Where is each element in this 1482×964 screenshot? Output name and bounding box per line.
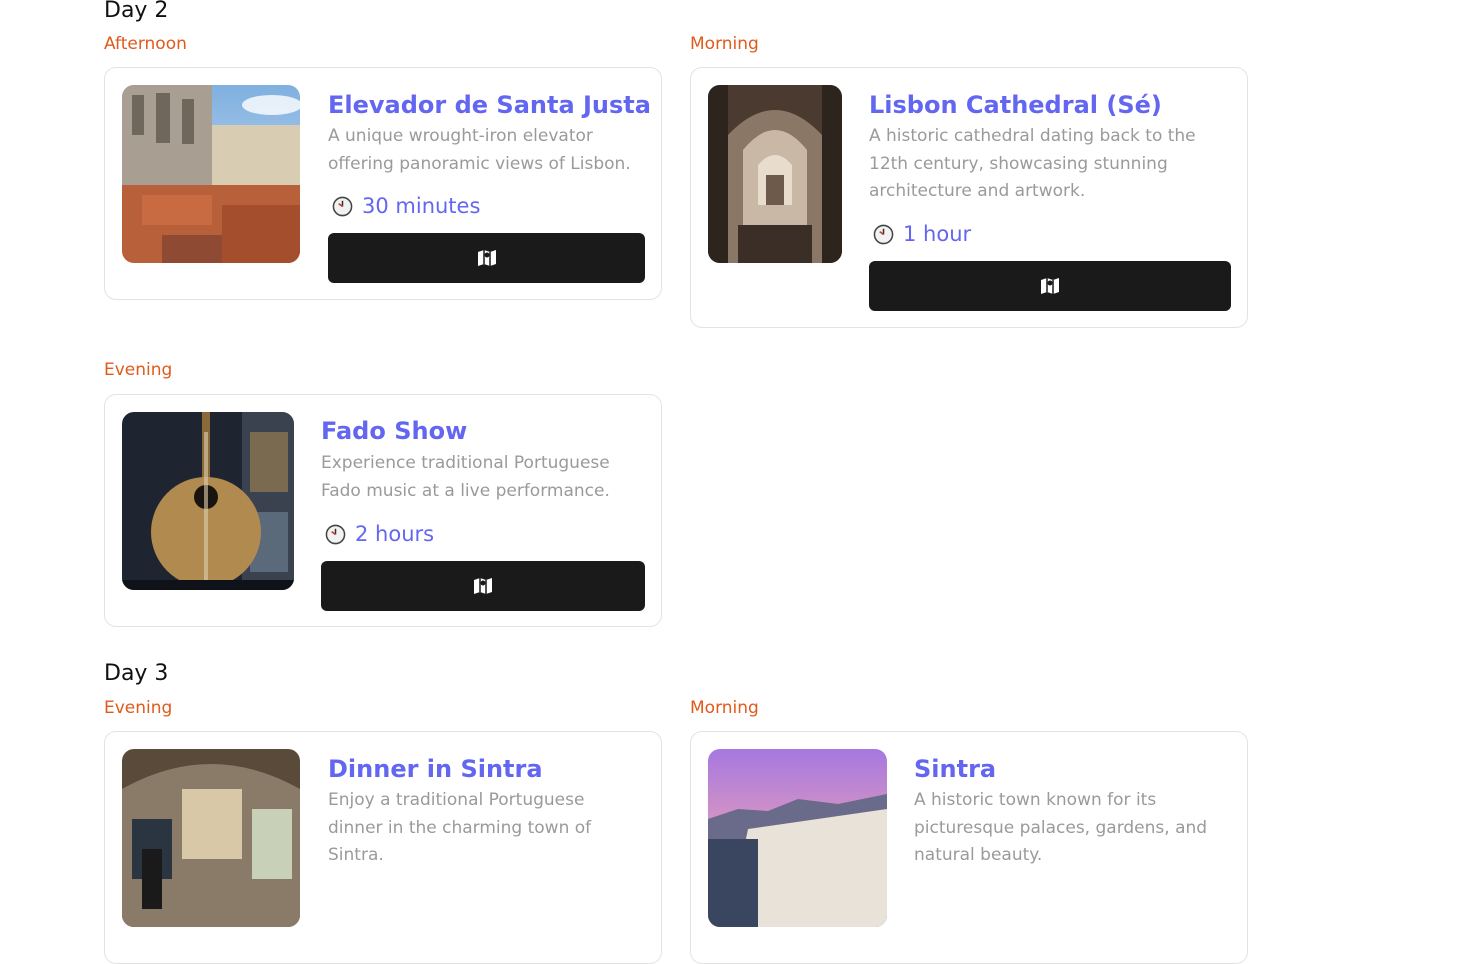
activity-photo <box>122 412 294 590</box>
activity-title[interactable]: Lisbon Cathedral (Sé) <box>869 90 1162 120</box>
duration-text: 1 hour <box>903 222 972 246</box>
activity-description: A historic town known for its picturesqu… <box>914 790 1208 865</box>
activity-card: Fado Show Experience traditional Portugu… <box>104 394 662 627</box>
day-title: Day 2 <box>104 0 169 23</box>
time-slot-label: Morning <box>690 698 759 718</box>
duration-text: 30 minutes <box>362 194 481 218</box>
day-title: Day 3 <box>104 661 169 686</box>
activity-duration: 1 hour <box>873 222 971 246</box>
view-on-map-button[interactable] <box>328 233 645 283</box>
clock-icon <box>325 524 346 544</box>
activity-description: A historic cathedral dating back to the … <box>869 126 1196 201</box>
activity-title[interactable]: Elevador de Santa Justa <box>328 90 651 120</box>
activity-photo <box>122 749 300 927</box>
activity-description: A unique wrought-iron elevator offering … <box>328 126 631 174</box>
time-slot-label: Evening <box>104 360 173 380</box>
activity-photo <box>708 749 887 927</box>
activity-card: Lisbon Cathedral (Sé) A historic cathedr… <box>690 67 1248 328</box>
map-icon <box>474 578 492 594</box>
map-icon <box>477 250 496 266</box>
clock-icon <box>332 196 353 216</box>
activity-title[interactable]: Dinner in Sintra <box>328 754 543 784</box>
clock-icon <box>873 224 894 244</box>
activity-card: Dinner in Sintra Enjoy a traditional Por… <box>104 731 662 964</box>
map-icon <box>1041 278 1059 294</box>
activity-duration: 2 hours <box>325 522 434 546</box>
activity-photo <box>122 85 300 263</box>
activity-description: Enjoy a traditional Portuguese dinner in… <box>328 790 592 865</box>
time-slot-label: Evening <box>104 698 173 718</box>
time-slot-label: Afternoon <box>104 34 187 54</box>
view-on-map-button[interactable] <box>321 561 645 611</box>
activity-card: Sintra A historic town known for its pic… <box>690 731 1248 964</box>
activity-duration: 30 minutes <box>332 194 480 218</box>
duration-text: 2 hours <box>355 522 435 546</box>
activity-title[interactable]: Fado Show <box>321 416 467 446</box>
activity-description: Experience traditional Portuguese Fado m… <box>321 453 610 501</box>
view-on-map-button[interactable] <box>869 261 1231 311</box>
activity-title[interactable]: Sintra <box>914 754 996 784</box>
time-slot-label: Morning <box>690 34 759 54</box>
activity-card: Elevador de Santa Justa A unique wrought… <box>104 67 662 300</box>
activity-photo <box>708 85 842 263</box>
